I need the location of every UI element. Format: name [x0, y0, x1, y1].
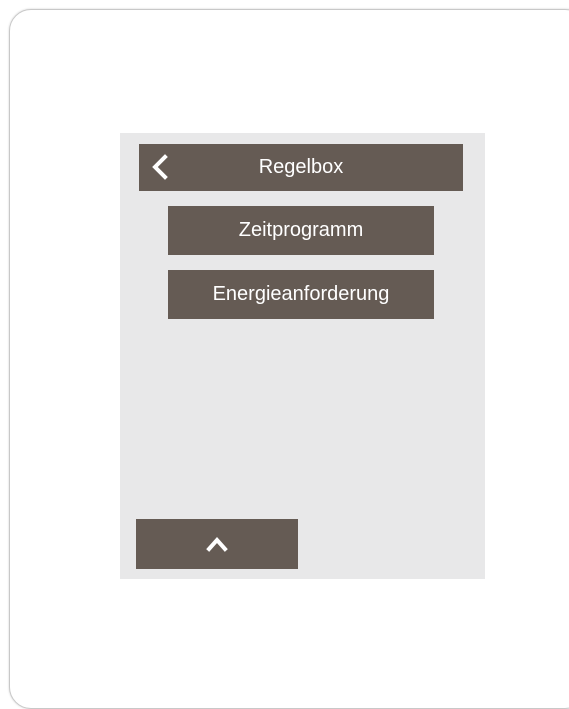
thermostat-device-frame: Regelbox Zeitprogramm Energieanforderung: [9, 9, 569, 709]
page-title: Regelbox: [258, 156, 344, 178]
chevron-up-icon: [205, 533, 229, 555]
menu-button-energieanforderung[interactable]: Energieanforderung: [168, 270, 434, 319]
menu-button-zeitprogramm[interactable]: Zeitprogramm: [168, 206, 434, 255]
scroll-up-button[interactable]: [136, 519, 298, 569]
display-screen: Regelbox Zeitprogramm Energieanforderung: [120, 133, 485, 579]
header-bar[interactable]: Regelbox: [139, 144, 463, 191]
